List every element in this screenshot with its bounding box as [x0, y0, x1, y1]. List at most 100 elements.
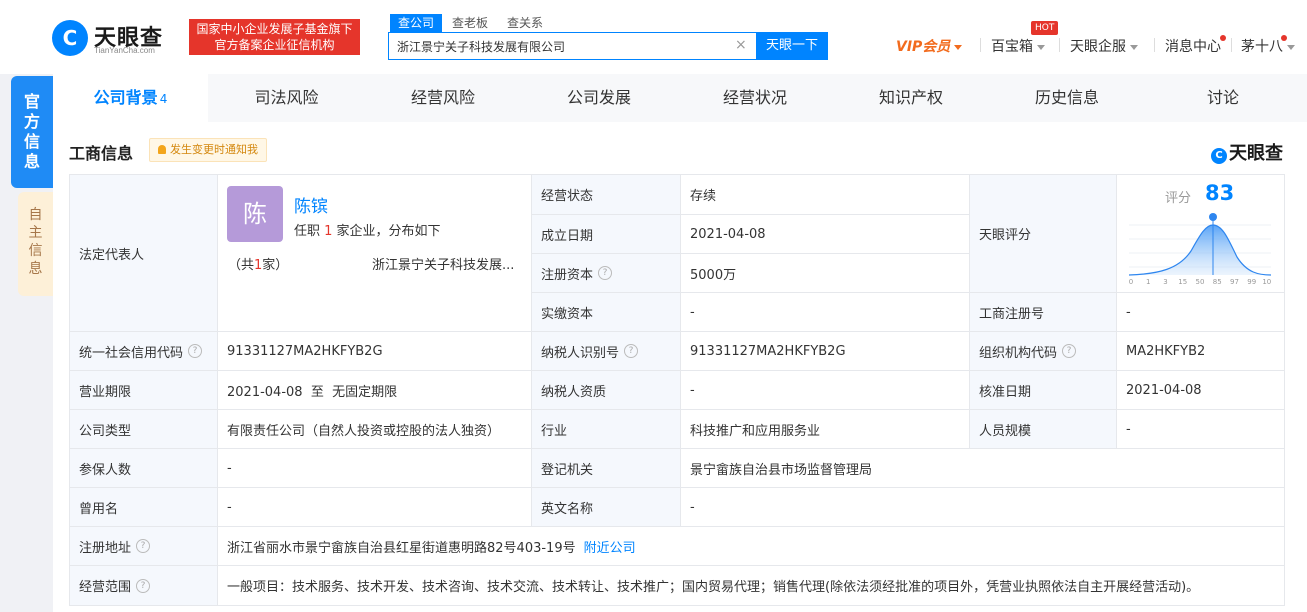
- scope-label: 经营范围?: [70, 566, 218, 606]
- slogan-line-2: 官方备案企业征信机构: [214, 38, 335, 52]
- search-button[interactable]: 天眼一下: [756, 32, 828, 60]
- hot-badge: HOT: [1031, 21, 1059, 35]
- legal-rep-cell: 陈 陈镔 任职 1 家企业，分布如下 （共1家） 浙江景宁关子科技发展...: [218, 175, 532, 332]
- type-value: 有限责任公司（自然人投资或控股的法人独资）: [218, 410, 532, 449]
- message-center[interactable]: 消息中心: [1165, 36, 1221, 56]
- org-code-label-text: 组织机构代码: [979, 345, 1058, 361]
- divider: [980, 38, 981, 52]
- legal-rep-company-link[interactable]: 浙江景宁关子科技发展...: [372, 254, 531, 273]
- side-tab-self-info[interactable]: 自主信息: [18, 192, 53, 296]
- insured-value: -: [218, 449, 532, 488]
- credit-code-value: 91331127MA2HKFYB2G: [218, 332, 532, 371]
- slogan-banner: 国家中小企业发展子基金旗下 官方备案企业征信机构: [189, 19, 360, 55]
- tab-operation-status[interactable]: 经营状况: [677, 74, 833, 122]
- search-tab-relation[interactable]: 查关系: [507, 14, 543, 32]
- main-panel: 公司背景 4 司法风险 经营风险 公司发展 经营状况 知识产权 历史信息 讨论 工…: [53, 74, 1307, 612]
- type-label: 公司类型: [70, 410, 218, 449]
- help-icon[interactable]: ?: [188, 344, 203, 358]
- notification-dot: [1281, 35, 1287, 41]
- english-name-value: -: [681, 488, 1285, 527]
- score-tick-label: 85: [1213, 278, 1222, 286]
- status-label: 经营状态: [532, 175, 681, 215]
- help-icon[interactable]: ?: [624, 344, 639, 358]
- scope-value: 一般项目：技术服务、技术开发、技术咨询、技术交流、技术转让、技术推广；国内贸易代…: [218, 566, 1285, 606]
- desc-suffix: 家企业，分布如下: [332, 224, 441, 239]
- top-header: C 天眼查 TianYanCha.com 国家中小企业发展子基金旗下 官方备案企…: [0, 0, 1307, 74]
- tab-company-development[interactable]: 公司发展: [521, 74, 677, 122]
- credit-code-label: 统一社会信用代码?: [70, 332, 218, 371]
- tab-operation-risk[interactable]: 经营风险: [365, 74, 521, 122]
- credit-code-label-text: 统一社会信用代码: [79, 345, 184, 361]
- search-tab-company[interactable]: 查公司: [390, 14, 443, 32]
- score-text: 评分: [1165, 191, 1192, 206]
- term-value: 2021-04-08 至 无固定期限: [218, 371, 532, 410]
- score-tick-label: 15: [1178, 278, 1187, 286]
- approve-date-value: 2021-04-08: [1117, 371, 1285, 410]
- industry-label: 行业: [532, 410, 681, 449]
- help-icon[interactable]: ?: [1062, 344, 1077, 358]
- tab-intellectual-property[interactable]: 知识产权: [833, 74, 989, 122]
- slogan-line-1: 国家中小企业发展子基金旗下: [196, 22, 353, 36]
- authority-value: 景宁畲族自治县市场监督管理局: [681, 449, 1285, 488]
- tab-company-background[interactable]: 公司背景 4: [53, 74, 208, 122]
- tab-history[interactable]: 历史信息: [989, 74, 1145, 122]
- score-tick-label: 1: [1146, 278, 1150, 286]
- tab-discussion[interactable]: 讨论: [1145, 74, 1301, 122]
- vip-menu[interactable]: VIP会员: [896, 36, 963, 56]
- score-tick-label: 3: [1163, 278, 1167, 286]
- chevron-down-icon: [954, 44, 963, 50]
- nearby-company-link[interactable]: 附近公司: [584, 537, 636, 556]
- legal-rep-label: 法定代表人: [70, 175, 218, 332]
- insured-label: 参保人数: [70, 449, 218, 488]
- search-tab-boss[interactable]: 查老板: [452, 14, 488, 32]
- chevron-down-icon: [1037, 44, 1045, 50]
- help-icon[interactable]: ?: [598, 266, 613, 280]
- org-code-label: 组织机构代码?: [970, 332, 1117, 371]
- score-cell: 评分 83 0 1 3 15 50 85 97 99 100: [1117, 175, 1285, 293]
- search-input[interactable]: [389, 33, 729, 59]
- paid-capital-value: -: [681, 293, 970, 332]
- user-menu[interactable]: 茅十八: [1241, 36, 1295, 56]
- term-label: 营业期限: [70, 371, 218, 410]
- brand-mark-icon: C: [1211, 148, 1227, 164]
- notification-dot: [1220, 35, 1226, 41]
- score-tick-label: 100: [1262, 278, 1271, 286]
- former-name-label: 曾用名: [70, 488, 218, 527]
- reg-capital-label: 注册资本?: [532, 254, 681, 293]
- enterprise-menu[interactable]: 天眼企服: [1070, 36, 1138, 56]
- address-text: 浙江省丽水市景宁畲族自治县红星街道惠明路82号403-19号: [227, 540, 576, 556]
- side-tab-self-label: 自主信息: [28, 207, 43, 277]
- messages-label: 消息中心: [1165, 39, 1221, 55]
- chevron-down-icon: [1130, 44, 1138, 50]
- help-icon[interactable]: ?: [136, 578, 151, 593]
- clear-icon[interactable]: ×: [735, 37, 747, 53]
- status-value: 存续: [681, 175, 970, 215]
- reg-capital-value: 5000万: [681, 254, 970, 293]
- divider: [1231, 38, 1232, 52]
- english-name-label: 英文名称: [532, 488, 681, 527]
- side-tab-official-info[interactable]: 官方信息: [11, 76, 53, 188]
- logo[interactable]: C 天眼查 TianYanCha.com: [52, 18, 182, 58]
- desc-prefix: 任职: [294, 224, 325, 239]
- avatar[interactable]: 陈: [227, 186, 283, 242]
- brand-watermark: C 天眼查: [1211, 139, 1283, 165]
- taxpayer-quali-value: -: [681, 371, 970, 410]
- score-label: 天眼评分: [970, 175, 1117, 293]
- help-icon[interactable]: ?: [136, 539, 151, 553]
- side-tab-official-label: 官方信息: [23, 92, 40, 171]
- notify-change-button[interactable]: 发生变更时通知我: [149, 138, 267, 162]
- business-info-table: 法定代表人 陈 陈镔 任职 1 家企业，分布如下 （共1家） 浙江景宁关子科技发…: [69, 174, 1285, 606]
- treasure-label: 百宝箱: [991, 39, 1033, 55]
- treasure-menu[interactable]: 百宝箱: [991, 36, 1045, 56]
- authority-label: 登记机关: [532, 449, 681, 488]
- score-tick-label: 0: [1129, 278, 1133, 286]
- logo-subtitle: TianYanCha.com: [94, 46, 155, 55]
- approve-date-label: 核准日期: [970, 371, 1117, 410]
- tab-judicial-risk[interactable]: 司法风险: [208, 74, 365, 122]
- divider: [1154, 38, 1155, 52]
- address-label: 注册地址?: [70, 527, 218, 566]
- legal-rep-name[interactable]: 陈镔: [294, 192, 328, 217]
- score-tick-label: 97: [1230, 278, 1239, 286]
- former-name-value: -: [218, 488, 532, 527]
- address-value: 浙江省丽水市景宁畲族自治县红星街道惠明路82号403-19号 附近公司: [218, 527, 1285, 566]
